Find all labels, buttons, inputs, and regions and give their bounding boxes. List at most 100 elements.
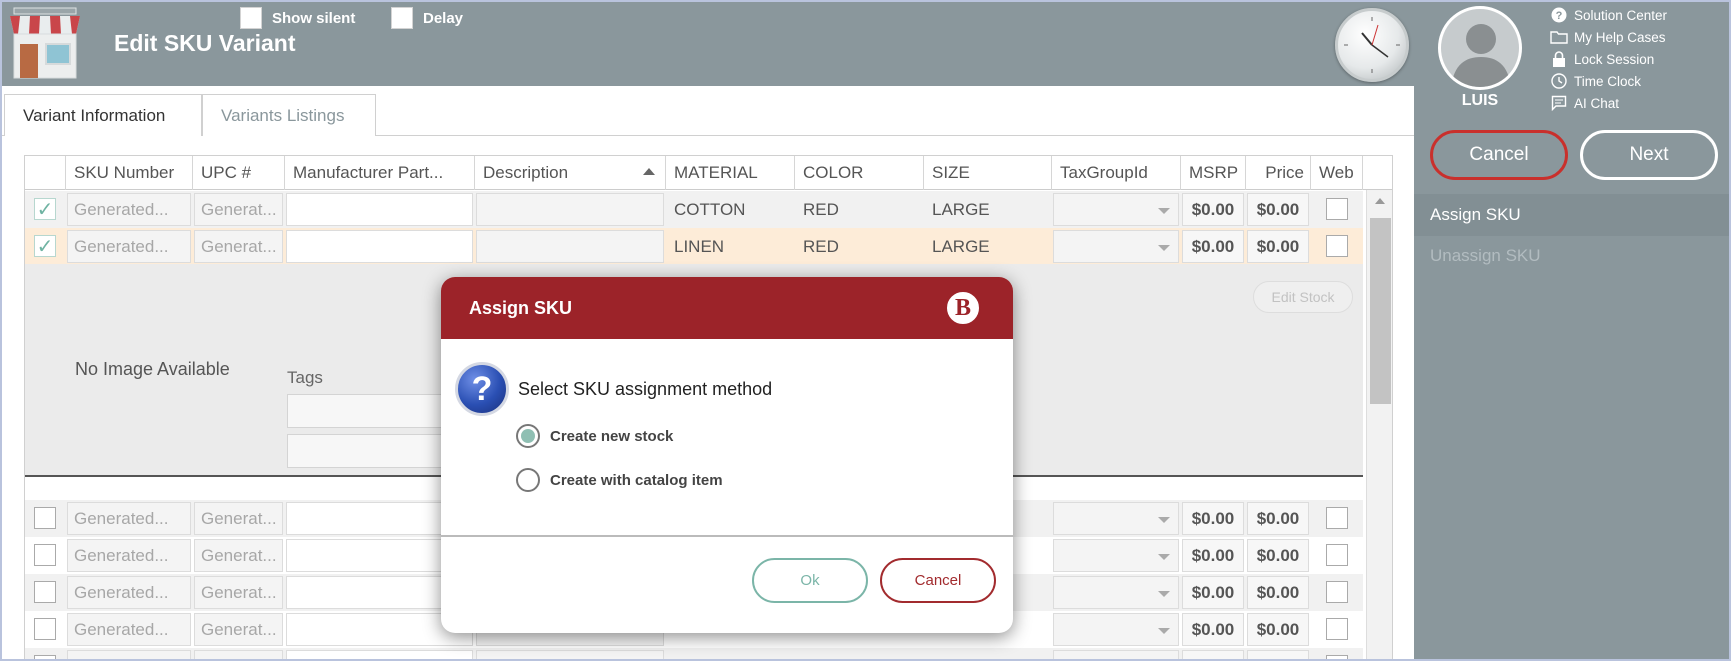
delay-checkbox[interactable] (391, 7, 413, 29)
sku-number-field[interactable]: Generated... (67, 502, 191, 535)
row-select-checkbox[interactable] (34, 507, 56, 529)
row-select-checkbox[interactable] (34, 618, 56, 640)
edit-stock-button[interactable]: Edit Stock (1253, 281, 1353, 313)
upc-field[interactable]: Generat... (194, 576, 283, 609)
web-checkbox[interactable] (1326, 235, 1348, 257)
manufacturer-part-field[interactable] (286, 650, 473, 660)
table-row[interactable]: ✓ Generated... Generat... COTTON RED LARGE $0.… (25, 191, 1363, 228)
price-field[interactable]: $0.00 (1247, 613, 1309, 646)
sku-number-field[interactable]: Generated... (67, 539, 191, 572)
dialog-ok-button[interactable]: Ok (752, 558, 868, 603)
msrp-field[interactable]: $0.00 (1182, 539, 1244, 572)
upc-field[interactable]: Generat... (194, 230, 283, 263)
unassign-sku-menu-item[interactable]: Unassign SKU (1430, 246, 1541, 266)
grid-scrollbar[interactable] (1366, 190, 1392, 660)
manufacturer-part-field[interactable] (286, 193, 473, 226)
header-price[interactable]: Price (1246, 156, 1311, 190)
dialog-header: Assign SKU (441, 277, 1013, 339)
upc-field[interactable]: Generat... (194, 650, 283, 660)
taxgroup-select[interactable] (1053, 193, 1179, 226)
web-checkbox[interactable] (1326, 581, 1348, 603)
next-button[interactable]: Next (1580, 130, 1718, 180)
row-select-checkbox[interactable]: ✓ (34, 198, 56, 221)
scroll-thumb[interactable] (1370, 218, 1391, 404)
price-field[interactable]: $0.00 (1247, 539, 1309, 572)
tab-variants-listings[interactable]: Variants Listings (202, 94, 376, 136)
web-checkbox[interactable] (1326, 655, 1348, 660)
radio-create-new-stock[interactable] (516, 424, 540, 448)
taxgroup-select[interactable] (1053, 502, 1179, 535)
sku-number-field[interactable]: Generated... (67, 576, 191, 609)
sku-number-field[interactable]: Generated... (67, 650, 191, 660)
msrp-field[interactable]: $0.00 (1182, 650, 1244, 660)
row-select-checkbox[interactable]: ✓ (34, 235, 56, 258)
description-field[interactable] (476, 193, 664, 226)
manufacturer-part-field[interactable] (286, 230, 473, 263)
upc-field[interactable]: Generat... (194, 539, 283, 572)
web-checkbox[interactable] (1326, 507, 1348, 529)
header-msrp[interactable]: MSRP (1181, 156, 1246, 190)
header-upc[interactable]: UPC # (193, 156, 285, 190)
upc-field[interactable]: Generat... (194, 193, 283, 226)
scroll-up-icon[interactable] (1375, 198, 1385, 204)
taxgroup-select[interactable] (1053, 539, 1179, 572)
lock-session-link[interactable]: Lock Session (1550, 48, 1667, 70)
row-select-checkbox[interactable] (34, 655, 56, 660)
msrp-field[interactable]: $0.00 (1182, 576, 1244, 609)
web-checkbox[interactable] (1326, 198, 1348, 220)
show-silent-checkbox[interactable] (240, 7, 262, 29)
cancel-button[interactable]: Cancel (1430, 130, 1568, 180)
chevron-down-icon (1158, 517, 1170, 523)
header-taxgroupid[interactable]: TaxGroupId (1052, 156, 1181, 190)
upc-field[interactable]: Generat... (194, 613, 283, 646)
sku-number-field[interactable]: Generated... (67, 193, 191, 226)
taxgroup-select[interactable] (1053, 650, 1179, 660)
dialog-cancel-button[interactable]: Cancel (880, 558, 996, 603)
radio-create-with-catalog-item[interactable] (516, 468, 540, 492)
row-select-checkbox[interactable] (34, 581, 56, 603)
description-field[interactable] (476, 650, 664, 660)
show-silent-toggle[interactable]: Show silent (240, 6, 355, 30)
header-select[interactable] (25, 156, 66, 190)
avatar[interactable] (1438, 6, 1522, 90)
upc-field[interactable]: Generat... (194, 502, 283, 535)
option-create-new-stock[interactable]: Create new stock (516, 424, 673, 448)
header-size[interactable]: SIZE (924, 156, 1052, 190)
assign-sku-menu-item[interactable]: Assign SKU (1414, 194, 1731, 236)
description-field[interactable] (476, 230, 664, 263)
header-description[interactable]: Description (475, 156, 666, 190)
option-create-with-catalog-item[interactable]: Create with catalog item (516, 468, 723, 492)
price-field[interactable]: $0.00 (1247, 230, 1309, 263)
help-cases-link[interactable]: My Help Cases (1550, 26, 1667, 48)
msrp-field[interactable]: $0.00 (1182, 230, 1244, 263)
msrp-field[interactable]: $0.00 (1182, 502, 1244, 535)
solution-center-link[interactable]: ? Solution Center (1550, 4, 1667, 26)
header-color[interactable]: COLOR (795, 156, 924, 190)
chevron-down-icon (1158, 245, 1170, 251)
price-field[interactable]: $0.00 (1247, 576, 1309, 609)
header-manufacturer-part[interactable]: Manufacturer Part... (285, 156, 475, 190)
header-web[interactable]: Web (1311, 156, 1363, 190)
ai-chat-link[interactable]: AI Chat (1550, 92, 1667, 114)
tab-variant-information[interactable]: Variant Information (4, 94, 202, 136)
web-checkbox[interactable] (1326, 544, 1348, 566)
msrp-field[interactable]: $0.00 (1182, 193, 1244, 226)
sku-number-field[interactable]: Generated... (67, 613, 191, 646)
taxgroup-select[interactable] (1053, 613, 1179, 646)
sku-number-field[interactable]: Generated... (67, 230, 191, 263)
taxgroup-select[interactable] (1053, 230, 1179, 263)
header-sku-number[interactable]: SKU Number (66, 156, 193, 190)
taxgroup-select[interactable] (1053, 576, 1179, 609)
delay-toggle[interactable]: Delay (391, 6, 463, 30)
price-field[interactable]: $0.00 (1247, 193, 1309, 226)
row-select-checkbox[interactable] (34, 544, 56, 566)
header-material[interactable]: MATERIAL (666, 156, 795, 190)
table-row[interactable]: ✓ Generated... Generat... LINEN RED LARGE $0.0… (25, 228, 1363, 265)
price-field[interactable]: $0.00 (1247, 502, 1309, 535)
price-field[interactable]: $0.00 (1247, 650, 1309, 660)
time-clock-link[interactable]: Time Clock (1550, 70, 1667, 92)
header-description-label: Description (483, 163, 569, 182)
web-checkbox[interactable] (1326, 618, 1348, 640)
table-row[interactable]: Generated...Generat... LINENWHITELARGE $0.… (25, 648, 1363, 660)
msrp-field[interactable]: $0.00 (1182, 613, 1244, 646)
